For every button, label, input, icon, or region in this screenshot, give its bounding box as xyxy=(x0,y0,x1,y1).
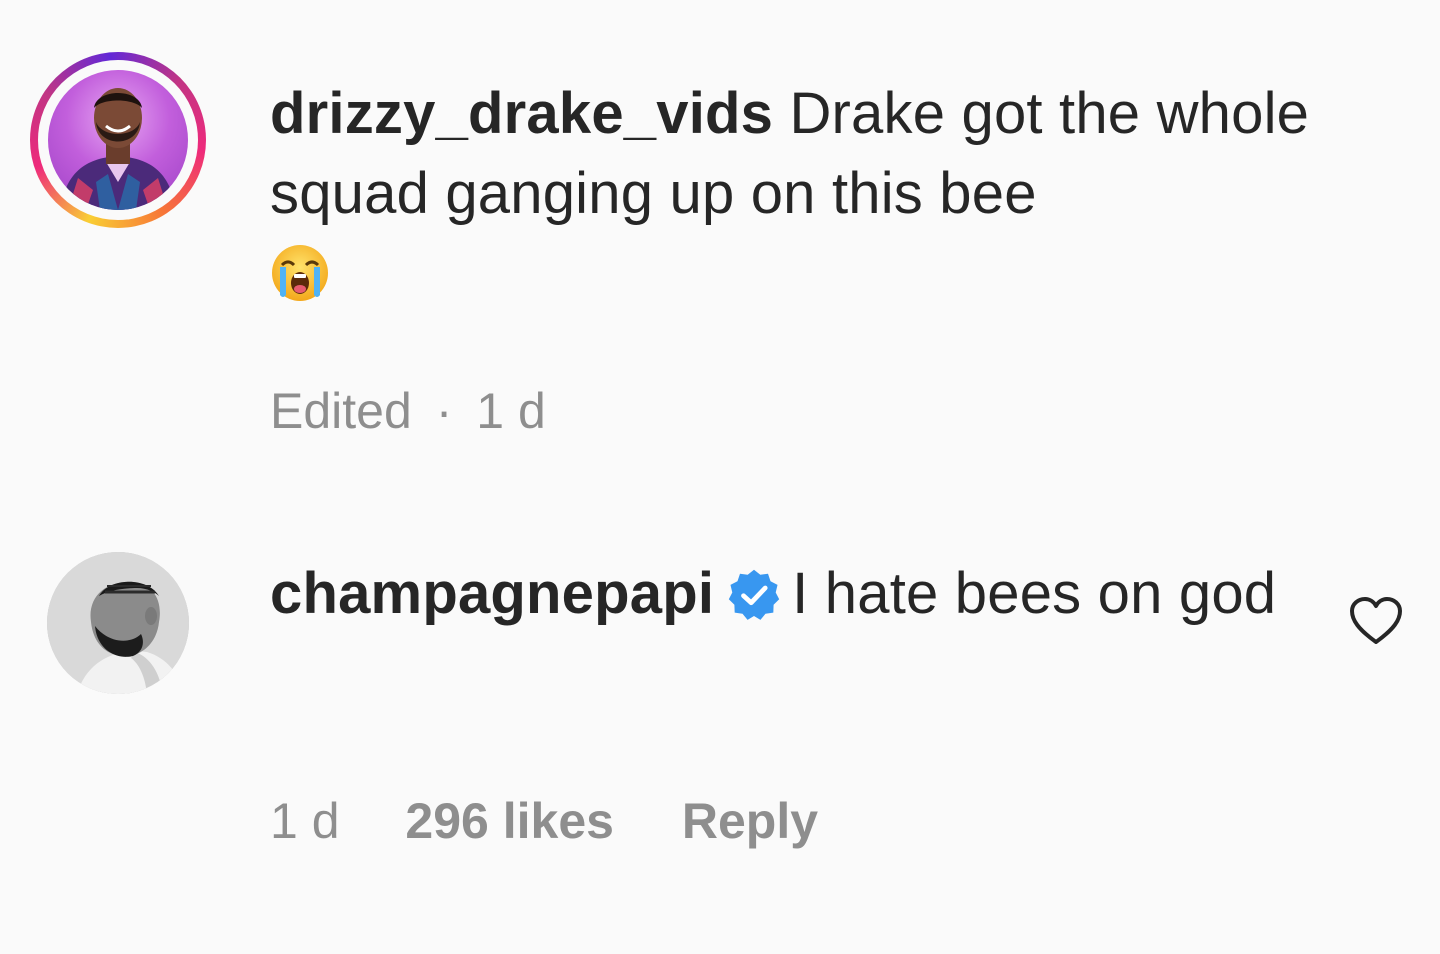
verified-badge-icon xyxy=(726,564,782,620)
avatar[interactable] xyxy=(47,552,189,694)
meta-separator: · xyxy=(435,383,453,439)
avatar-story-ring[interactable] xyxy=(30,52,206,228)
likes-count[interactable]: 296 likes xyxy=(405,792,614,850)
comment-username[interactable]: drizzy_drake_vids xyxy=(270,81,773,146)
avatar xyxy=(48,70,188,210)
comment-text-block: champagnepapi I hate bees on god xyxy=(270,554,1330,634)
avatar-photo xyxy=(60,88,176,210)
avatar-photo xyxy=(47,552,189,694)
loudly-crying-face-icon xyxy=(270,243,330,303)
comment-text-block: drizzy_drake_vids Drake got the whole sq… xyxy=(270,74,1330,314)
comment-timestamp[interactable]: 1 d xyxy=(270,792,340,850)
comment-meta: Edited · 1 d xyxy=(270,382,546,440)
reply-button[interactable]: Reply xyxy=(682,792,818,850)
next-comment-cutoff xyxy=(480,946,960,954)
comment-username[interactable]: champagnepapi xyxy=(270,561,714,626)
comment-timestamp[interactable]: 1 d xyxy=(476,382,546,440)
comments-panel: drizzy_drake_vids Drake got the whole sq… xyxy=(0,0,1440,954)
comment-meta: 1 d 296 likes Reply xyxy=(270,792,818,850)
comment-text: I hate bees on god xyxy=(792,561,1277,626)
heart-outline-icon[interactable] xyxy=(1348,596,1404,646)
edited-label: Edited xyxy=(270,383,412,439)
